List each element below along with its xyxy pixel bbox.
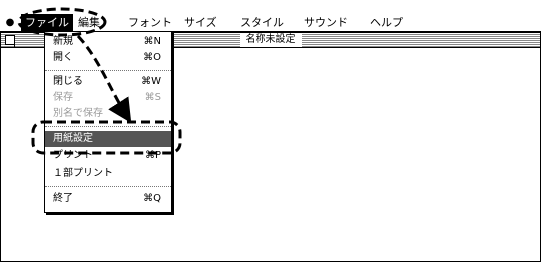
file-menu-print[interactable]: プリント ⌘P [45,148,171,164]
menu-edit[interactable]: 編集 [74,14,104,31]
menu-separator [45,70,171,71]
menu-sound[interactable]: サウンド [300,14,352,31]
menu-style[interactable]: スタイル [236,14,288,31]
file-menu-save-as: 別名で保存 [53,108,103,119]
window-title: 名称未設定 [239,33,302,47]
menu-file[interactable]: ファイル [21,14,73,31]
menu-size[interactable]: サイズ [180,14,221,31]
file-menu-save: 保存 ⌘S [53,92,161,103]
file-menu-open[interactable]: 開く ⌘O [45,50,171,66]
text-insertion-cursor [14,36,15,47]
menu-font[interactable]: フォント [124,14,176,31]
menu-help[interactable]: ヘルプ [366,14,407,31]
file-menu-close[interactable]: 閉じる ⌘W [45,74,171,90]
file-menu-print-one[interactable]: １部プリント [45,166,171,182]
file-menu-new[interactable]: 新規 ⌘N [45,34,171,50]
apple-menu-icon[interactable]: ● [5,14,15,31]
file-menu-dropdown: 新規 ⌘N 開く ⌘O 閉じる ⌘W 保存 ⌘S 別名で保存 用紙設定 プリント ⌘P １… [44,31,172,213]
file-menu-page-setup[interactable]: 用紙設定 [45,131,171,147]
file-menu-quit[interactable]: 終了 ⌘Q [45,191,171,207]
menu-separator [45,126,171,127]
menu-bar: ● ファイル 編集 フォント サイズ スタイル サウンド ヘルプ [0,14,541,32]
menu-separator [45,186,171,187]
